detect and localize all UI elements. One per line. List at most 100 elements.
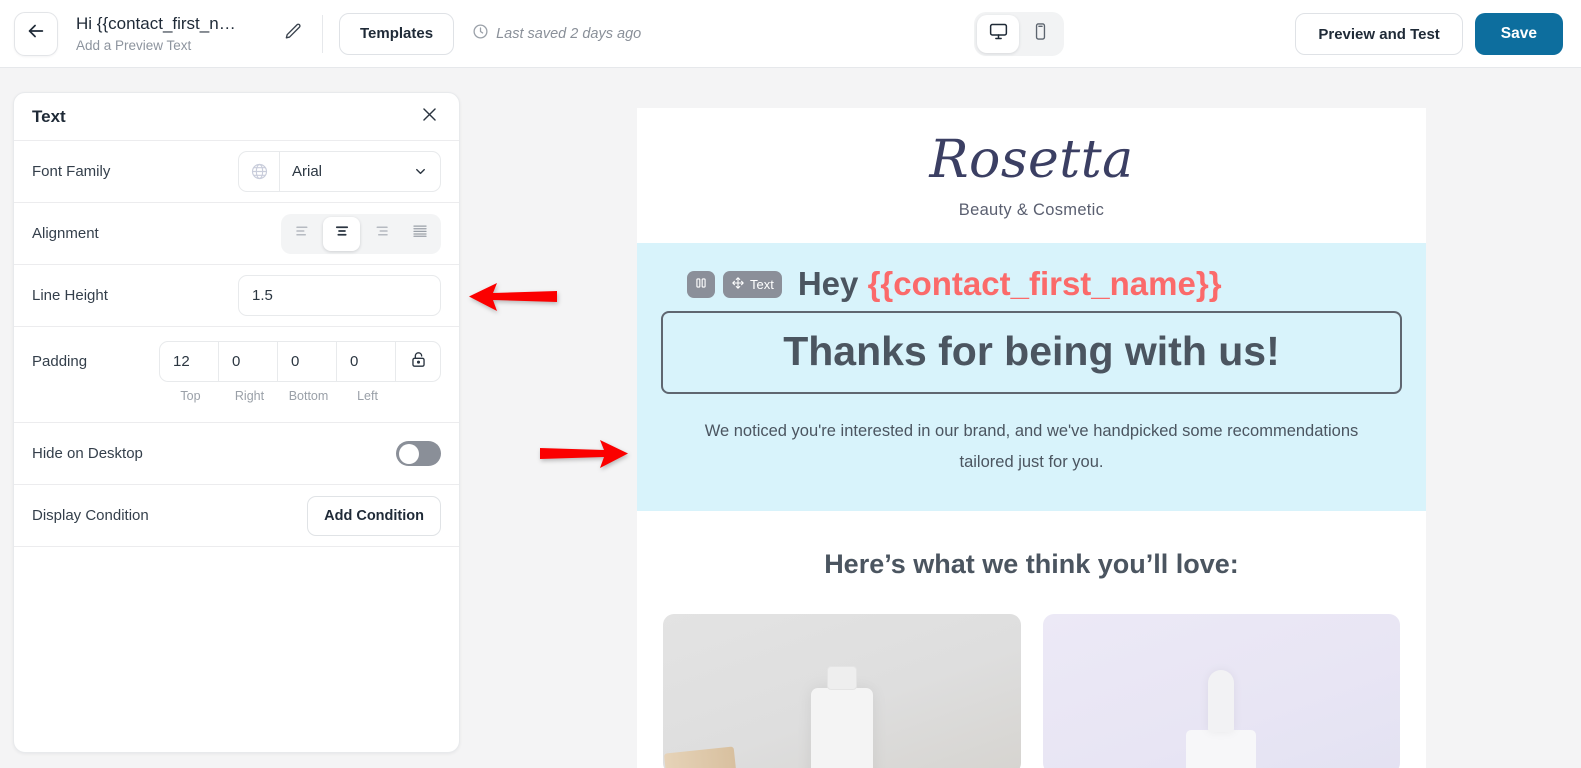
section-heading: Here’s what we think you’ll love: <box>637 511 1426 615</box>
save-button-label: Save <box>1500 25 1537 42</box>
setting-row-padding: Padding 12 0 0 0 Top Right Bottom Left <box>14 327 459 423</box>
align-left-icon <box>294 222 312 245</box>
preview-text-placeholder[interactable]: Add a Preview Text <box>76 37 266 55</box>
align-justify-icon <box>411 222 429 245</box>
selected-text-block[interactable]: Thanks for being with us! <box>661 311 1402 395</box>
hero-paragraph: We noticed you're interested in our bran… <box>704 422 1359 471</box>
padding-line: Padding 12 0 0 0 <box>32 341 441 382</box>
padding-right-input[interactable]: 0 <box>219 342 278 381</box>
dropper-bottle-image <box>1186 670 1257 768</box>
padding-label: Padding <box>32 353 88 370</box>
hide-on-desktop-toggle[interactable] <box>396 441 441 466</box>
setting-row-display-condition: Display Condition Add Condition <box>14 485 459 547</box>
campaign-title: Hi {{contact_first_n… <box>76 13 236 33</box>
globe-icon <box>239 152 280 191</box>
brand-tagline: Beauty & Cosmetic <box>958 201 1105 219</box>
preview-and-test-button[interactable]: Preview and Test <box>1295 13 1463 55</box>
panel-close-button[interactable] <box>417 105 441 129</box>
alignment-button-group <box>281 213 441 254</box>
setting-row-font-family: Font Family Arial <box>14 141 459 203</box>
device-mobile-button[interactable] <box>1019 15 1061 53</box>
hero-greeting: Hey {{contact_first_name}} <box>798 265 1222 303</box>
padding-top-input[interactable]: 12 <box>160 342 219 381</box>
align-left-button[interactable] <box>284 217 321 251</box>
clock-icon <box>472 23 489 44</box>
hero-greeting-row: Text Hey {{contact_first_name}} <box>661 265 1402 303</box>
move-block-badge-label: Text <box>750 276 774 292</box>
alignment-control <box>281 213 441 254</box>
serum-bottle-image <box>810 666 873 768</box>
font-family-value: Arial <box>292 163 323 180</box>
padding-left-input[interactable]: 0 <box>337 342 396 381</box>
align-justify-button[interactable] <box>401 217 438 251</box>
product-card-serum-bottle[interactable] <box>663 614 1021 768</box>
desktop-icon <box>988 21 1009 47</box>
display-condition-control: Add Condition <box>307 495 441 536</box>
panel-title: Text <box>32 106 66 126</box>
alignment-label: Alignment <box>32 225 99 242</box>
email-brand-header: Rosetta Beauty & Cosmetic <box>637 108 1426 243</box>
preview-and-test-label: Preview and Test <box>1318 25 1440 43</box>
brand-name: Rosetta <box>929 130 1134 190</box>
top-right-actions: Preview and Test Save <box>1295 13 1563 55</box>
last-saved-text: Last saved 2 days ago <box>496 25 642 42</box>
font-family-control: Arial <box>238 151 441 192</box>
padding-caption-bottom: Bottom <box>288 389 329 403</box>
columns-icon <box>694 276 708 293</box>
align-center-icon <box>333 222 351 245</box>
setting-row-hide-on-desktop: Hide on Desktop <box>14 423 459 485</box>
selected-text-content: Thanks for being with us! <box>783 328 1280 374</box>
edit-title-button[interactable] <box>278 19 308 49</box>
line-height-label: Line Height <box>32 287 108 304</box>
display-condition-label: Display Condition <box>32 507 149 524</box>
chevron-down-icon <box>413 164 440 179</box>
campaign-title-block: Hi {{contact_first_n… Add a Preview Text <box>76 13 266 55</box>
red-arrow-left <box>467 281 559 318</box>
mobile-icon <box>1031 22 1050 46</box>
unlock-icon <box>409 350 428 374</box>
last-saved-status: Last saved 2 days ago <box>472 23 641 44</box>
line-height-input[interactable] <box>238 275 441 316</box>
back-button[interactable] <box>14 11 58 56</box>
align-right-icon <box>372 222 390 245</box>
device-desktop-button[interactable] <box>977 15 1019 53</box>
padding-captions: Top Right Bottom Left <box>161 382 441 403</box>
padding-lock-button[interactable] <box>396 342 440 381</box>
setting-row-alignment: Alignment <box>14 203 459 265</box>
padding-caption-top: Top <box>180 389 201 403</box>
templates-button-label: Templates <box>360 25 434 42</box>
align-right-button[interactable] <box>362 217 399 251</box>
text-settings-panel: Text Font Family Arial Alignment Line He… <box>13 92 460 753</box>
device-preview-toggle[interactable] <box>974 12 1064 56</box>
font-family-select[interactable]: Arial <box>238 151 441 192</box>
templates-button[interactable]: Templates <box>339 12 455 55</box>
padding-bottom-input[interactable]: 0 <box>278 342 337 381</box>
wood-prop <box>663 746 737 768</box>
arrow-left-icon <box>25 20 47 47</box>
email-hero-section: Text Hey {{contact_first_name}} Thanks f… <box>637 243 1426 512</box>
hero-greeting-prefix: Hey <box>797 265 868 302</box>
align-center-button[interactable] <box>323 216 360 251</box>
product-card-row <box>637 614 1426 768</box>
product-card-dropper[interactable] <box>1042 614 1400 768</box>
block-type-badge[interactable] <box>687 270 715 298</box>
panel-header: Text <box>14 93 459 141</box>
save-button[interactable]: Save <box>1474 13 1563 55</box>
bottle-neck <box>826 666 857 691</box>
toolbar-divider <box>322 14 323 53</box>
move-icon <box>731 276 745 293</box>
add-condition-button[interactable]: Add Condition <box>307 495 441 536</box>
close-icon <box>420 105 439 129</box>
padding-caption-right: Right <box>234 389 265 403</box>
add-condition-label: Add Condition <box>324 507 424 524</box>
move-block-badge[interactable]: Text <box>723 270 782 298</box>
toggle-knob <box>399 443 419 464</box>
hero-greeting-token: {{contact_first_name}} <box>867 265 1222 302</box>
dropper-cap <box>1208 670 1235 733</box>
email-preview-canvas: Rosetta Beauty & Cosmetic Text Hey {{con… <box>637 108 1426 768</box>
hide-on-desktop-label: Hide on Desktop <box>32 445 143 462</box>
padding-inputs: 12 0 0 0 <box>159 341 441 382</box>
hide-on-desktop-control <box>396 441 441 466</box>
padding-caption-left: Left <box>357 389 378 403</box>
line-height-control <box>238 275 441 316</box>
